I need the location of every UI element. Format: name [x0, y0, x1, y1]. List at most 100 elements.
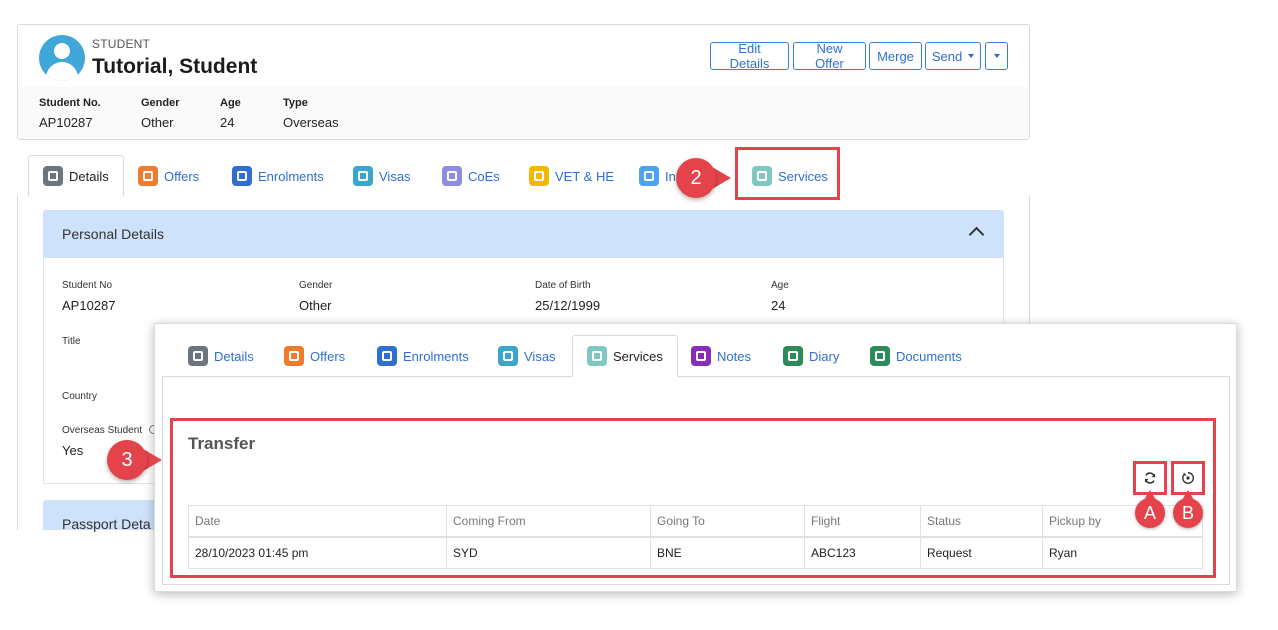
- new-offer-button[interactable]: New Offer: [793, 41, 866, 71]
- pd-country: Country: [62, 391, 97, 402]
- field-value: 24: [771, 298, 786, 313]
- field-label: Country: [62, 391, 98, 402]
- tab-label: CoEs: [468, 168, 500, 184]
- front-tab-bar: Details Offers Enrolments Visas Services…: [162, 335, 1230, 377]
- student-header-card: STUDENT Tutorial, Student Edit Details N…: [17, 24, 1030, 140]
- services-tab-highlight: [735, 147, 840, 200]
- details-icon: [188, 346, 208, 366]
- tab-coes[interactable]: CoEs: [442, 155, 500, 197]
- field-value: Other: [299, 298, 332, 313]
- vet-he-icon: [529, 166, 549, 186]
- student-summary: Student No. AP10287 Gender Other Age 24 …: [18, 87, 1029, 139]
- field-label: Student No: [62, 280, 113, 291]
- callout-b: B: [1173, 490, 1203, 528]
- summary-type: Type Overseas: [283, 97, 339, 130]
- tab-insurance[interactable]: In: [639, 155, 676, 197]
- callout-2: 2: [676, 158, 736, 198]
- tab-visas[interactable]: Visas: [498, 335, 556, 377]
- send-button-label: Send: [931, 48, 963, 64]
- callout-a: A: [1135, 490, 1165, 528]
- tab-label: Diary: [809, 348, 840, 364]
- tab-label: Offers: [164, 168, 200, 184]
- pd-gender: Gender Other: [299, 280, 332, 313]
- field-value: AP10287: [62, 298, 116, 313]
- diary-icon: [783, 346, 803, 366]
- field-label: Date of Birth: [535, 280, 591, 291]
- pd-age: Age 24: [771, 280, 789, 313]
- field-label: Age: [771, 280, 789, 291]
- tab-label: In: [665, 168, 676, 184]
- field-value: 24: [220, 115, 235, 130]
- services-icon: [587, 346, 607, 366]
- tab-documents[interactable]: Documents: [870, 335, 962, 377]
- tab-services[interactable]: Services: [572, 335, 678, 377]
- callout-number: 3: [107, 440, 147, 480]
- tab-label: Enrolments: [403, 348, 469, 364]
- tab-label: Visas: [524, 348, 556, 364]
- tab-label: Details: [214, 348, 254, 364]
- caret-down-icon: [993, 54, 1000, 58]
- tab-label: Details: [69, 168, 109, 184]
- section-title: Passport Deta: [62, 516, 151, 532]
- documents-icon: [870, 346, 890, 366]
- caret-down-icon: [968, 54, 975, 58]
- callout-letter: B: [1181, 502, 1194, 523]
- coes-icon: [442, 166, 462, 186]
- student-header: STUDENT Tutorial, Student Edit Details N…: [18, 25, 1029, 87]
- tab-offers[interactable]: Offers: [138, 155, 199, 197]
- edit-details-button[interactable]: Edit Details: [710, 41, 789, 71]
- field-label: Title: [62, 336, 81, 347]
- callout-number: 2: [676, 158, 716, 198]
- visas-icon: [353, 166, 373, 186]
- visas-icon: [498, 346, 518, 366]
- field-label: Gender: [299, 280, 333, 291]
- tab-label: Documents: [896, 348, 962, 364]
- tab-offers[interactable]: Offers: [284, 335, 345, 377]
- tab-label: Visas: [379, 168, 411, 184]
- avatar: [39, 35, 85, 81]
- field-value: 25/12/1999: [535, 298, 601, 313]
- summary-age: Age 24: [220, 97, 241, 130]
- chevron-up-icon[interactable]: [968, 226, 985, 243]
- field-value: AP10287: [39, 115, 93, 130]
- transfer-section-highlight: [170, 418, 1216, 578]
- send-button[interactable]: Send: [925, 42, 981, 70]
- callout-3: 3: [107, 440, 169, 480]
- tab-details[interactable]: Details: [28, 155, 124, 197]
- page-kicker: STUDENT: [92, 37, 151, 51]
- notes-icon: [691, 346, 711, 366]
- field-label: Age: [220, 97, 241, 109]
- field-value: Other: [141, 115, 174, 130]
- back-tab-bar: Details Offers Enrolments Visas CoEs VET…: [17, 155, 1030, 197]
- tab-label: Enrolments: [258, 168, 324, 184]
- personal-details-header[interactable]: Personal Details: [43, 210, 1004, 258]
- section-title: Personal Details: [62, 226, 164, 242]
- tab-label: VET & HE: [555, 168, 615, 184]
- tab-label: Notes: [717, 348, 751, 364]
- offers-icon: [284, 346, 304, 366]
- tab-label: Services: [613, 348, 663, 364]
- tab-visas[interactable]: Visas: [353, 155, 411, 197]
- tab-label: Offers: [310, 348, 346, 364]
- more-actions-button[interactable]: [985, 42, 1008, 70]
- callout-pointer: [1144, 490, 1156, 500]
- avatar-head-shape: [54, 43, 70, 59]
- summary-student-no: Student No. AP10287: [39, 97, 101, 130]
- tab-diary[interactable]: Diary: [783, 335, 839, 377]
- field-label: Gender: [141, 97, 180, 109]
- avatar-body-shape: [46, 62, 78, 81]
- summary-gender: Gender Other: [141, 97, 180, 130]
- field-value: Overseas: [283, 115, 339, 130]
- tab-enrolments[interactable]: Enrolments: [377, 335, 469, 377]
- tab-enrolments[interactable]: Enrolments: [232, 155, 324, 197]
- details-icon: [43, 166, 63, 186]
- field-label: Overseas Student: [62, 425, 143, 436]
- pd-date-of-birth: Date of Birth 25/12/1999: [535, 280, 600, 313]
- enrolments-icon: [377, 346, 397, 366]
- field-label: Type: [283, 97, 308, 109]
- merge-button[interactable]: Merge: [869, 42, 922, 70]
- tab-details[interactable]: Details: [188, 335, 254, 377]
- tab-notes[interactable]: Notes: [691, 335, 751, 377]
- page-title: Tutorial, Student: [92, 55, 258, 78]
- tab-vet-he[interactable]: VET & HE: [529, 155, 614, 197]
